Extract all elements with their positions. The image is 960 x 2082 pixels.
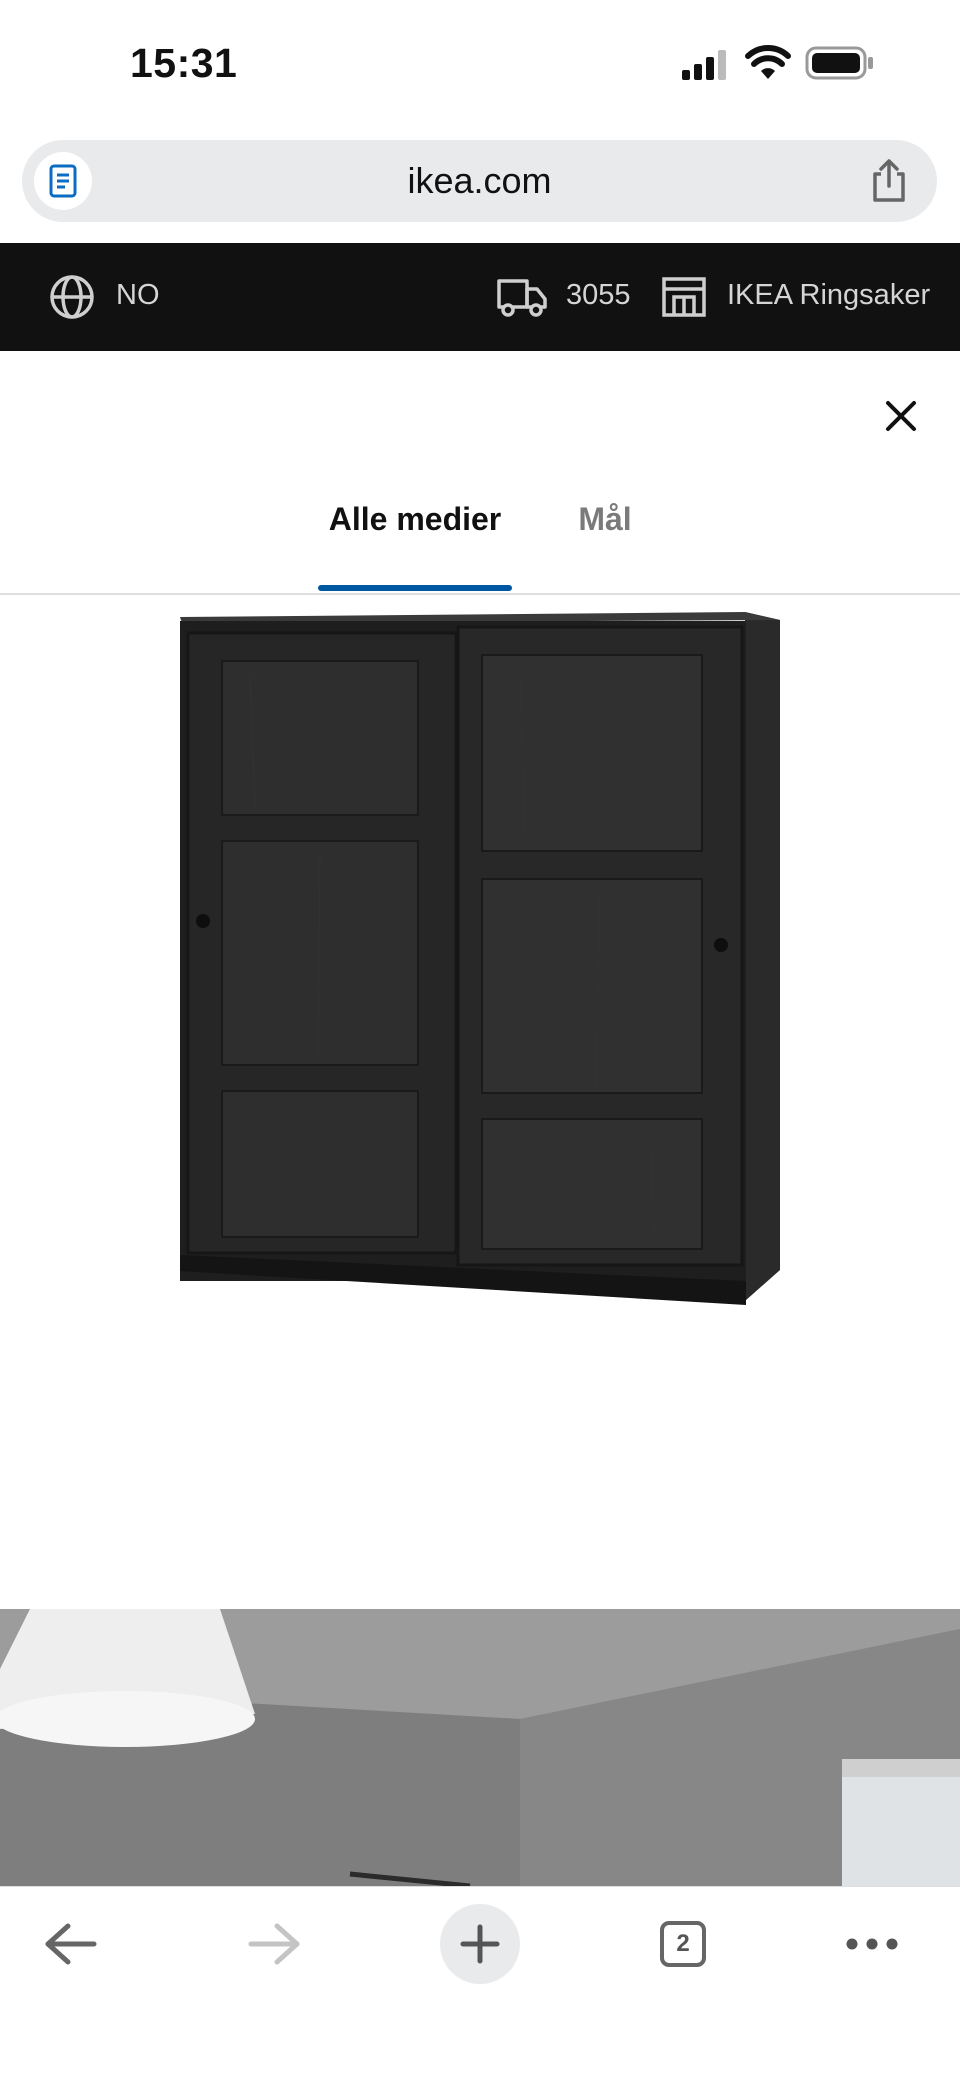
cellular-signal-icon: [682, 50, 726, 80]
forward-arrow-icon: [248, 1923, 300, 1965]
room-lifestyle-image[interactable]: [0, 1609, 960, 1886]
plus-icon: [460, 1924, 500, 1964]
more-button[interactable]: [822, 1909, 922, 1979]
open-tabs-count: 2: [676, 1930, 690, 1957]
battery-icon: [805, 46, 873, 80]
status-bar: 15:31: [0, 0, 960, 130]
store-name[interactable]: IKEA Ringsaker: [727, 279, 930, 312]
close-icon: [886, 401, 916, 431]
back-arrow-icon: [45, 1923, 97, 1965]
more-icon: [846, 1938, 898, 1950]
back-button[interactable]: [20, 1909, 120, 1979]
status-time: 15:31: [130, 40, 238, 86]
new-tab-circle: [440, 1904, 520, 1984]
close-button[interactable]: [876, 391, 926, 441]
locale-label[interactable]: NO: [116, 279, 160, 312]
media-gallery-sheet: Alle medier Mål: [0, 351, 960, 1886]
tab-dimensions[interactable]: Mål: [560, 481, 650, 591]
media-tabs: Alle medier Mål: [0, 481, 960, 595]
url-text[interactable]: ikea.com: [22, 140, 937, 222]
forward-button[interactable]: [225, 1909, 325, 1979]
globe-icon[interactable]: [48, 273, 96, 321]
tabs-icon: 2: [660, 1921, 706, 1967]
store-icon[interactable]: [660, 275, 708, 319]
tabs-button[interactable]: 2: [633, 1909, 733, 1979]
share-icon[interactable]: [869, 158, 909, 204]
reader-icon[interactable]: [34, 152, 92, 210]
wardrobe-product-image[interactable]: [0, 595, 960, 1605]
new-tab-button[interactable]: [430, 1901, 530, 1987]
browser-toolbar: 2: [0, 1886, 960, 2082]
wifi-icon: [745, 45, 791, 79]
ikea-top-bar: NO 3055 IKEA Ringsaker: [0, 243, 960, 351]
delivery-postcode[interactable]: 3055: [566, 279, 631, 312]
tab-all-media[interactable]: Alle medier: [318, 481, 512, 591]
address-bar[interactable]: ikea.com: [22, 140, 937, 222]
truck-icon[interactable]: [496, 275, 548, 319]
